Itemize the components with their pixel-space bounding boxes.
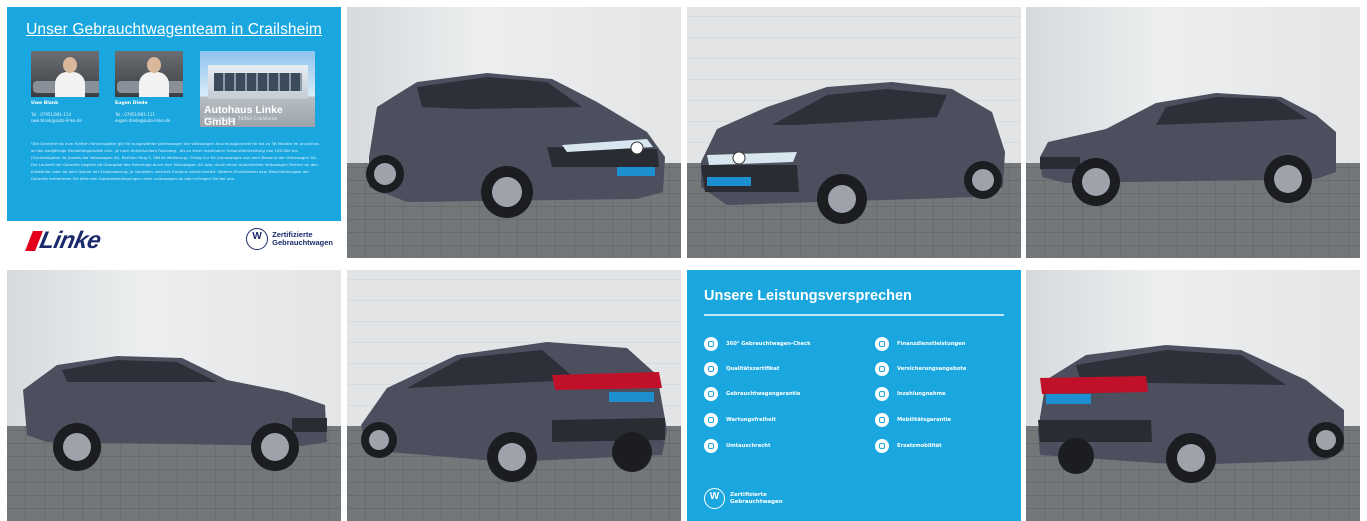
linke-logo: Linke — [25, 227, 103, 255]
team-heading: Unser Gebrauchtwagenteam in Crailsheim — [26, 21, 322, 38]
promise-divider — [704, 314, 1004, 316]
car-rear-right-illustration — [1038, 345, 1344, 483]
warranty-disclaimer: ¹Die Garantie bis zum fünften Fahrzeugal… — [31, 141, 319, 182]
car-photo-front-right[interactable] — [687, 7, 1021, 258]
promise-item: 360° Gebrauchtwagen-Check — [704, 337, 811, 351]
promise-item: Inzahlungnahme — [875, 387, 946, 401]
car-right-side-illustration — [1040, 93, 1336, 206]
service-promise-tile[interactable]: Unsere Leistungsversprechen 360° Gebrauc… — [687, 270, 1021, 521]
replacement-car-icon — [875, 439, 889, 453]
promise-item: Umtauschrecht — [704, 439, 770, 453]
insurance-icon — [875, 362, 889, 376]
car-left-side-illustration — [23, 356, 327, 471]
car-photo-rear-left[interactable] — [347, 270, 681, 521]
person-email[interactable]: eugen.diede@auto-linke.de — [115, 118, 170, 124]
dealership-building-photo: Autohaus Linke GmbH Heller-Straße · 7456… — [200, 51, 315, 127]
trade-in-icon — [875, 387, 889, 401]
vw-logo-icon — [246, 228, 269, 250]
promise-item: Qualitätszertifikat — [704, 362, 779, 376]
vw-logo-icon — [704, 488, 725, 509]
person-contact: Tel.: 07951/981-114 uwe.blank@auto-linke… — [31, 112, 82, 124]
dealership-name: Autohaus Linke GmbH — [204, 104, 283, 127]
finance-icon — [875, 337, 889, 351]
promise-item: Versicherungsangebote — [875, 362, 966, 376]
person-name: Eugen Diede — [115, 101, 148, 106]
portrait-photo-eugen-diede — [115, 51, 183, 97]
promise-item: Finanzdienstleistungen — [875, 337, 965, 351]
vw-certified-badge: ZertifizierteGebrauchtwagen — [704, 488, 783, 509]
car-photo-left-side[interactable] — [7, 270, 341, 521]
check-360-icon — [704, 337, 718, 351]
dealership-address: Heller-Straße · 74564 Crailsheim — [204, 117, 278, 122]
car-photo-front-left[interactable] — [347, 7, 681, 258]
mobility-guarantee-icon — [875, 413, 889, 427]
certificate-icon — [704, 362, 718, 376]
wrench-icon — [704, 413, 718, 427]
person-email[interactable]: uwe.blank@auto-linke.de — [31, 118, 82, 124]
car-photo-rear-right[interactable] — [1026, 270, 1360, 521]
car-front-right-illustration — [701, 82, 1005, 224]
vw-certified-badge: ZertifizierteGebrauchtwagen — [246, 228, 333, 250]
person-contact: Tel.: 07951/981-111 eugen.diede@auto-lin… — [115, 112, 170, 124]
team-footer: Linke ZertifizierteGebrauchtwagen — [7, 221, 341, 258]
portrait-photo-uwe-blank — [31, 51, 99, 97]
car-rear-left-illustration — [361, 342, 667, 482]
promise-item: Gebrauchtwagengarantie — [704, 387, 800, 401]
warranty-shield-icon — [704, 387, 718, 401]
promise-item: Ersatzmobilität — [875, 439, 942, 453]
car-photo-right-side[interactable] — [1026, 7, 1360, 258]
promise-item: Mobilitätsgarantie — [875, 413, 951, 427]
promise-title: Unsere Leistungsversprechen — [704, 288, 912, 304]
promise-item: Wartungsfreiheit — [704, 413, 776, 427]
car-front-left-illustration — [366, 73, 665, 218]
team-info-tile[interactable]: Unser Gebrauchtwagenteam in Crailsheim A… — [7, 7, 341, 258]
person-name: Uwe Blank — [31, 101, 59, 106]
exchange-icon — [704, 439, 718, 453]
